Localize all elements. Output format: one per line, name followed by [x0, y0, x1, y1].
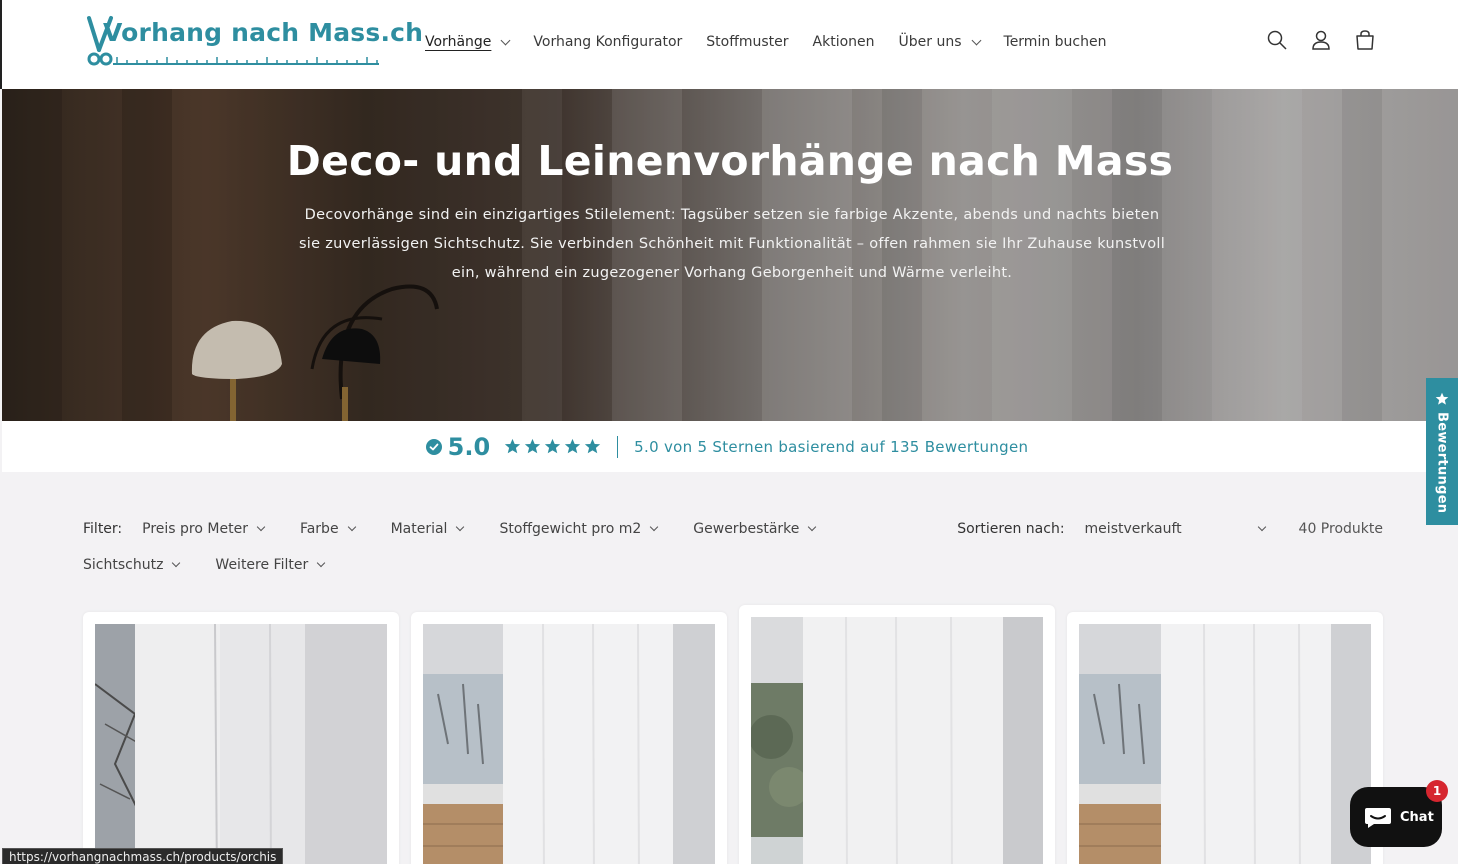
nav-item-konfigurator[interactable]: Vorhang Konfigurator — [533, 34, 682, 50]
verified-check-icon — [425, 438, 442, 455]
filter-item-label: Gewerbestärke — [693, 521, 800, 537]
main-nav: Vorhänge Vorhang Konfigurator Stoffmuste… — [425, 0, 1130, 84]
product-card[interactable] — [83, 612, 399, 864]
rating-text: 5.0 von 5 Sternen basierend auf 135 Bewe… — [634, 437, 1029, 456]
chat-bubble-icon — [1365, 808, 1391, 828]
hero-banner: Deco- und Leinenvorhänge nach Mass Decov… — [2, 89, 1458, 421]
filter-weitere[interactable]: Weitere Filter — [215, 557, 326, 573]
reviews-side-tab[interactable]: Bewertungen — [1426, 378, 1458, 525]
header-icons — [1266, 28, 1376, 52]
chevron-down-icon — [500, 35, 511, 45]
filter-item-label: Sichtschutz — [83, 557, 164, 573]
filter-gewerbestaerke[interactable]: Gewerbestärke — [693, 521, 817, 537]
chevron-down-icon — [316, 558, 326, 568]
star-icon — [505, 438, 521, 454]
filter-label: Filter: — [83, 521, 123, 537]
chevron-down-icon — [172, 558, 181, 568]
star-icon — [525, 438, 541, 454]
hero-title: Deco- und Leinenvorhänge nach Mass — [286, 137, 1174, 185]
product-count: 40 Produkte — [1298, 521, 1383, 537]
filter-item-label: Farbe — [299, 521, 339, 537]
sort-label: Sortieren nach: — [957, 521, 1065, 537]
filter-farbe[interactable]: Farbe — [299, 521, 356, 537]
sort-value: meistverkauft — [1084, 521, 1182, 537]
filter-item-label: Stoffgewicht pro m2 — [499, 521, 642, 537]
sort-select[interactable]: meistverkauft — [1085, 521, 1271, 537]
chat-label: Chat — [1400, 809, 1434, 825]
chevron-down-icon — [650, 522, 659, 532]
star-icon — [585, 438, 601, 454]
product-image[interactable] — [751, 617, 1043, 864]
filter-bar: Filter: Preis pro Meter Farbe Material S… — [83, 512, 1383, 582]
chevron-down-icon — [808, 522, 817, 532]
star-icon — [545, 438, 561, 454]
nav-item-ueber-uns[interactable]: Über uns — [898, 34, 981, 50]
nav-item-aktionen[interactable]: Aktionen — [813, 34, 875, 50]
nav-label: Über uns — [898, 34, 962, 50]
product-card[interactable] — [739, 605, 1055, 864]
rating-score: 5.0 — [447, 432, 491, 461]
rating-summary: 5.0 5.0 von 5 Sternen basierend auf 135 … — [425, 432, 1029, 461]
status-bar-url: https://vorhangnachmass.ch/products/orch… — [2, 848, 284, 864]
chat-unread-badge: 1 — [1426, 780, 1448, 802]
product-image[interactable] — [95, 624, 387, 864]
chevron-down-icon — [971, 35, 981, 45]
filter-material[interactable]: Material — [390, 521, 465, 537]
site-header: Vorhang nach Mass.ch Vorhänge Vorhang Ko… — [0, 0, 1458, 89]
filter-preis-pro-meter[interactable]: Preis pro Meter — [142, 521, 266, 537]
chevron-down-icon — [456, 522, 465, 532]
filter-stoffgewicht[interactable]: Stoffgewicht pro m2 — [499, 521, 659, 537]
logo-text: Vorhang nach Mass.ch — [103, 18, 424, 47]
product-card[interactable] — [1067, 612, 1383, 864]
product-image[interactable] — [423, 624, 715, 864]
nav-item-stoffmuster[interactable]: Stoffmuster — [706, 34, 788, 50]
chevron-down-icon — [256, 522, 266, 532]
nav-label: Vorhang Konfigurator — [533, 34, 683, 50]
star-icon — [565, 438, 581, 454]
account-icon[interactable] — [1310, 28, 1332, 52]
sort-control: Sortieren nach: meistverkauft 40 Produkt… — [957, 512, 1383, 546]
product-card[interactable] — [411, 612, 727, 864]
search-icon[interactable] — [1266, 28, 1288, 52]
filter-item-label: Material — [390, 521, 448, 537]
product-image[interactable] — [1079, 624, 1371, 864]
nav-label: Termin buchen — [1003, 34, 1107, 50]
nav-item-vorhaenge[interactable]: Vorhänge — [425, 34, 511, 50]
filter-item-label: Preis pro Meter — [142, 521, 248, 537]
nav-label: Stoffmuster — [706, 34, 789, 50]
nav-label: Aktionen — [812, 34, 875, 50]
star-icon — [1435, 392, 1449, 405]
hero-description: Decovorhänge sind ein einzigartiges Stil… — [298, 207, 1166, 281]
chevron-down-icon — [1257, 522, 1266, 532]
rating-bar[interactable]: 5.0 5.0 von 5 Sternen basierend auf 135 … — [2, 421, 1458, 472]
filter-item-label: Weitere Filter — [215, 557, 309, 573]
filter-row: Sichtschutz Weitere Filter — [83, 548, 360, 582]
filter-sichtschutz[interactable]: Sichtschutz — [83, 557, 181, 573]
reviews-tab-label: Bewertungen — [1434, 412, 1450, 514]
nav-item-termin-buchen[interactable]: Termin buchen — [1004, 34, 1107, 50]
rating-stars — [504, 438, 601, 455]
chevron-down-icon — [347, 522, 356, 532]
filter-row: Filter: Preis pro Meter Farbe Material S… — [83, 512, 851, 546]
nav-label: Vorhänge — [425, 34, 492, 50]
rating-divider — [617, 435, 619, 458]
site-logo[interactable]: Vorhang nach Mass.ch — [85, 14, 423, 70]
cart-icon[interactable] — [1354, 28, 1376, 52]
